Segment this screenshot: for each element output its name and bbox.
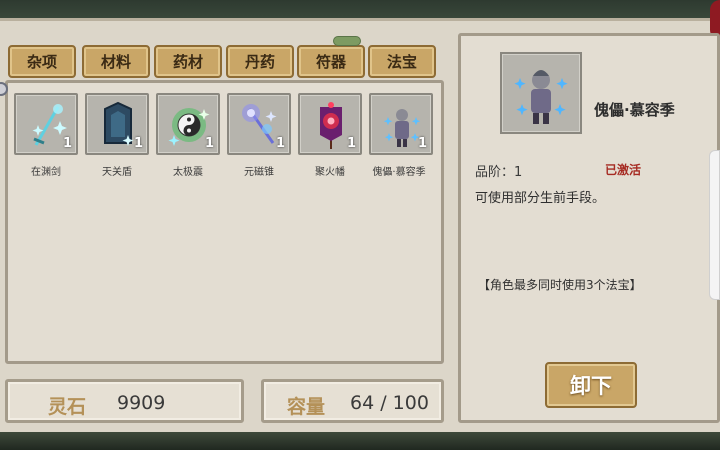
item-slot-banner[interactable]: 1: [298, 93, 362, 155]
detail-title: 傀儡·慕容季: [594, 101, 675, 119]
capacity-bar: 容量 64 / 100: [261, 379, 444, 423]
item-name: 聚火幡: [315, 167, 345, 178]
item-count: 1: [417, 136, 427, 151]
item-slot-taiji[interactable]: 1: [156, 93, 220, 155]
capacity-value: 64 / 100: [350, 392, 429, 414]
tab-notification-badge: [333, 36, 361, 46]
item-name: 傀儡·慕容季: [372, 167, 426, 178]
tab-misc[interactable]: 杂项: [8, 45, 76, 78]
tab-talismans[interactable]: 符器: [297, 45, 365, 78]
spirit-stone-value: 9909: [117, 392, 166, 414]
item-name: 太极震: [173, 167, 203, 178]
spirit-stone-label: 灵石: [48, 396, 87, 418]
status-badge: 已激活: [605, 163, 642, 177]
detail-note: 【角色最多同时使用3个法宝】: [478, 278, 642, 292]
item-count: 1: [133, 136, 143, 151]
detail-description: 可使用部分生前手段。: [475, 191, 606, 206]
detail-portrait: [500, 52, 582, 134]
puppet-portrait-icon: [514, 70, 568, 124]
item-slot-sword[interactable]: 1: [14, 93, 78, 155]
tab-materials[interactable]: 材料: [82, 45, 150, 78]
item-name: 天关盾: [102, 167, 132, 178]
item-name: 元磁锥: [244, 167, 274, 178]
bottom-frame: [0, 432, 720, 450]
item-count: 1: [275, 136, 285, 151]
side-drawer-handle[interactable]: [709, 150, 720, 300]
unequip-button[interactable]: 卸下: [545, 362, 637, 408]
item-count: 1: [62, 136, 72, 151]
tab-treasures[interactable]: 法宝: [368, 45, 436, 78]
item-count: 1: [346, 136, 356, 151]
item-name: 在渊剑: [31, 167, 61, 178]
tab-herbs[interactable]: 药材: [154, 45, 222, 78]
item-slot-puppet[interactable]: 1: [369, 93, 433, 155]
item-count: 1: [204, 136, 214, 151]
detail-grade: 品阶：1: [475, 165, 523, 180]
item-slot-shield[interactable]: 1: [85, 93, 149, 155]
item-slot-cone[interactable]: 1: [227, 93, 291, 155]
spirit-stone-bar: 灵石 9909: [5, 379, 244, 423]
capacity-label: 容量: [287, 396, 326, 418]
tab-pills[interactable]: 丹药: [226, 45, 294, 78]
